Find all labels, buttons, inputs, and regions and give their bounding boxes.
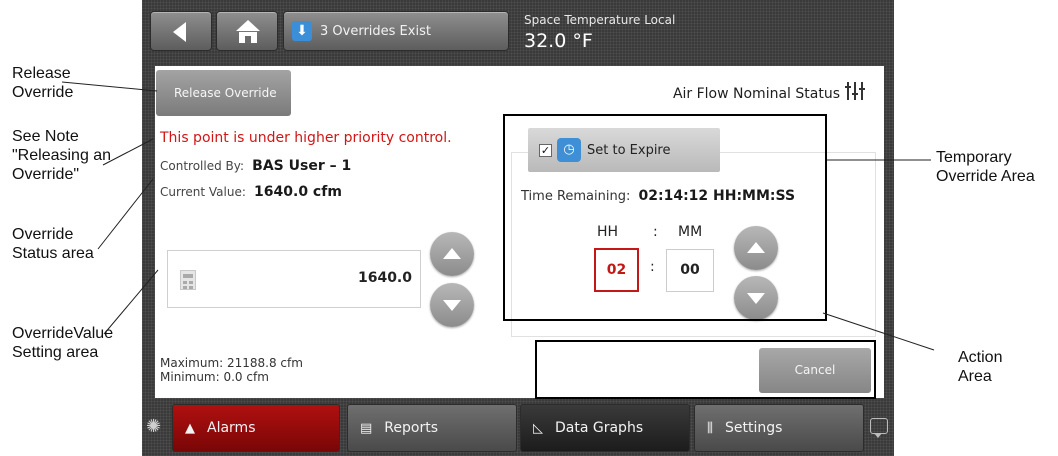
stage: ⬇ 3 Overrides Exist Space Temperature Lo… bbox=[0, 0, 1058, 456]
action-area-note: Action Area bbox=[958, 349, 1003, 385]
temporary-override-note: Temporary Override Area bbox=[936, 149, 1035, 185]
release-override-note: Release Override bbox=[12, 65, 74, 101]
callout-lines bbox=[61, 81, 935, 351]
see-note-annotation: See Note "Releasing an Override" bbox=[12, 128, 112, 183]
override-status-note: Override Status area bbox=[12, 226, 94, 262]
override-value-note: OverrideValue Setting area bbox=[12, 325, 114, 361]
